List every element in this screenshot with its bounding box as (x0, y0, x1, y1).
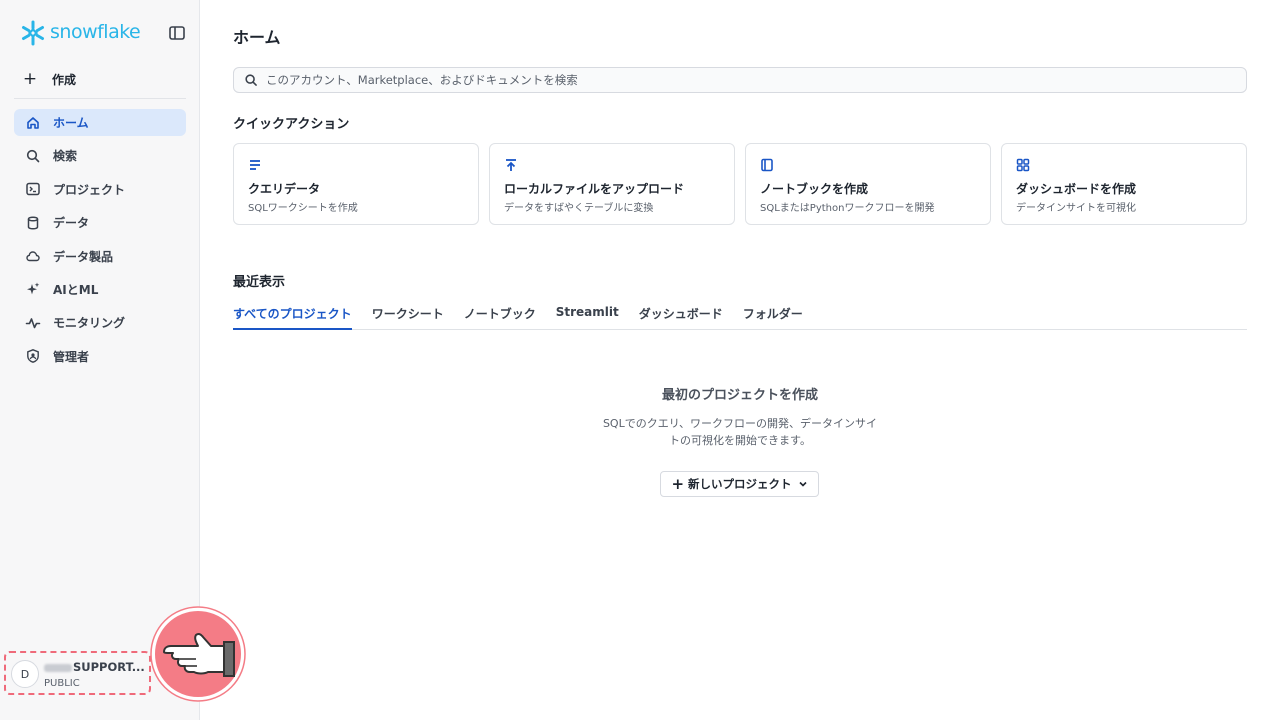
account-role: PUBLIC (44, 678, 80, 689)
sidebar-item-label: 管理者 (53, 349, 90, 364)
search-icon (245, 74, 257, 86)
chevron-down-icon (798, 481, 807, 487)
upload-icon (506, 159, 516, 171)
recent-title: 最近表示 (233, 275, 286, 290)
home-icon (27, 116, 39, 129)
quick-action-desc: SQLまたはPythonワークフローを開発 (760, 203, 935, 214)
empty-state-desc: SQLでのクエリ、ワークフローの開発、データインサイトの可視化を開始できます。 (602, 417, 878, 447)
sidebar-item-data[interactable]: データ (14, 209, 186, 236)
search-icon (26, 149, 40, 163)
tab-streamlit[interactable]: Streamlit (546, 300, 629, 330)
quick-action-title: ダッシュボードを作成 (1016, 182, 1137, 196)
tab-dashboards[interactable]: ダッシュボード (629, 300, 733, 330)
sidebar-item-data-products[interactable]: データ製品 (14, 243, 186, 270)
cloud-icon (26, 251, 40, 262)
shield-user-icon (27, 349, 39, 364)
sidebar-toggle-icon[interactable] (168, 24, 186, 42)
sidebar-item-admin[interactable]: 管理者 (14, 343, 186, 370)
main-content: ホーム クイックアクション クエリデータ SQLワークシートを作成 ローカルファ… (200, 0, 1280, 720)
sidebar-item-label: モニタリング (53, 316, 126, 331)
search-bar[interactable] (233, 67, 1247, 93)
new-project-button[interactable]: + 新しいプロジェクト (660, 471, 819, 497)
plus-icon: + (22, 69, 38, 89)
quick-action-create-notebook[interactable]: ノートブックを作成 SQLまたはPythonワークフローを開発 (745, 143, 991, 225)
search-input[interactable] (266, 73, 1166, 87)
create-button[interactable]: + 作成 (14, 66, 186, 92)
sidebar-item-label: AIとML (53, 282, 99, 297)
quick-action-title: ノートブックを作成 (760, 182, 869, 196)
sidebar-item-label: プロジェクト (53, 182, 126, 197)
sidebar-item-search[interactable]: 検索 (14, 142, 186, 169)
quick-actions-title: クイックアクション (233, 117, 350, 132)
activity-icon (25, 318, 41, 329)
snowflake-logo-icon (22, 20, 44, 46)
tab-notebooks[interactable]: ノートブック (454, 300, 546, 330)
sidebar-nav: ホーム 検索 プロジェクト データ データ製品 AIとML モニタリング 管理者 (14, 109, 186, 376)
account-name-text: SUPPORT... (73, 660, 145, 674)
create-label: 作成 (52, 72, 77, 87)
sidebar-item-projects[interactable]: プロジェクト (14, 176, 186, 203)
quick-action-desc: SQLワークシートを作成 (248, 203, 358, 214)
brand-name: snowflake (50, 21, 141, 43)
redacted-text (44, 663, 72, 672)
lines-icon (250, 160, 260, 170)
quick-actions: クエリデータ SQLワークシートを作成 ローカルファイルをアップロード データを… (233, 143, 1247, 225)
tab-worksheets[interactable]: ワークシート (362, 300, 454, 330)
sidebar-item-label: ホーム (53, 116, 89, 130)
sparkle-icon (27, 282, 40, 295)
recent-tabs: すべてのプロジェクト ワークシート ノートブック Streamlit ダッシュボ… (233, 300, 1247, 330)
quick-action-upload-file[interactable]: ローカルファイルをアップロード データをすばやくテーブルに変換 (489, 143, 735, 225)
empty-state-title: 最初のプロジェクトを作成 (661, 388, 818, 403)
sidebar-item-monitoring[interactable]: モニタリング (14, 309, 186, 336)
plus-icon: + (671, 475, 685, 493)
sidebar-item-label: データ (53, 216, 90, 231)
tab-folders[interactable]: フォルダー (733, 300, 813, 330)
quick-action-desc: データをすばやくテーブルに変換 (504, 203, 654, 214)
sidebar-item-label: 検索 (53, 149, 78, 164)
notebook-icon (761, 158, 773, 172)
sidebar-item-label: データ製品 (53, 249, 114, 264)
database-icon (27, 216, 39, 230)
terminal-icon (26, 183, 40, 196)
brand-logo[interactable]: snowflake (20, 20, 186, 48)
page-title: ホーム (233, 28, 281, 47)
avatar: D (11, 660, 39, 688)
quick-action-query-data[interactable]: クエリデータ SQLワークシートを作成 (233, 143, 479, 225)
quick-action-desc: データインサイトを可視化 (1016, 203, 1136, 214)
quick-action-title: クエリデータ (248, 182, 321, 196)
new-project-label: 新しいプロジェクト (688, 477, 792, 491)
account-switcher[interactable]: D SUPPORT... PUBLIC (4, 651, 151, 695)
account-name: SUPPORT... (44, 660, 145, 674)
sidebar-divider (14, 98, 186, 99)
grid-icon (1016, 158, 1030, 172)
quick-action-create-dashboard[interactable]: ダッシュボードを作成 データインサイトを可視化 (1001, 143, 1247, 225)
sidebar-item-home[interactable]: ホーム (14, 109, 186, 136)
tab-all-projects[interactable]: すべてのプロジェクト (233, 300, 352, 330)
quick-action-title: ローカルファイルをアップロード (504, 182, 685, 196)
sidebar-item-ai-ml[interactable]: AIとML (14, 276, 186, 303)
